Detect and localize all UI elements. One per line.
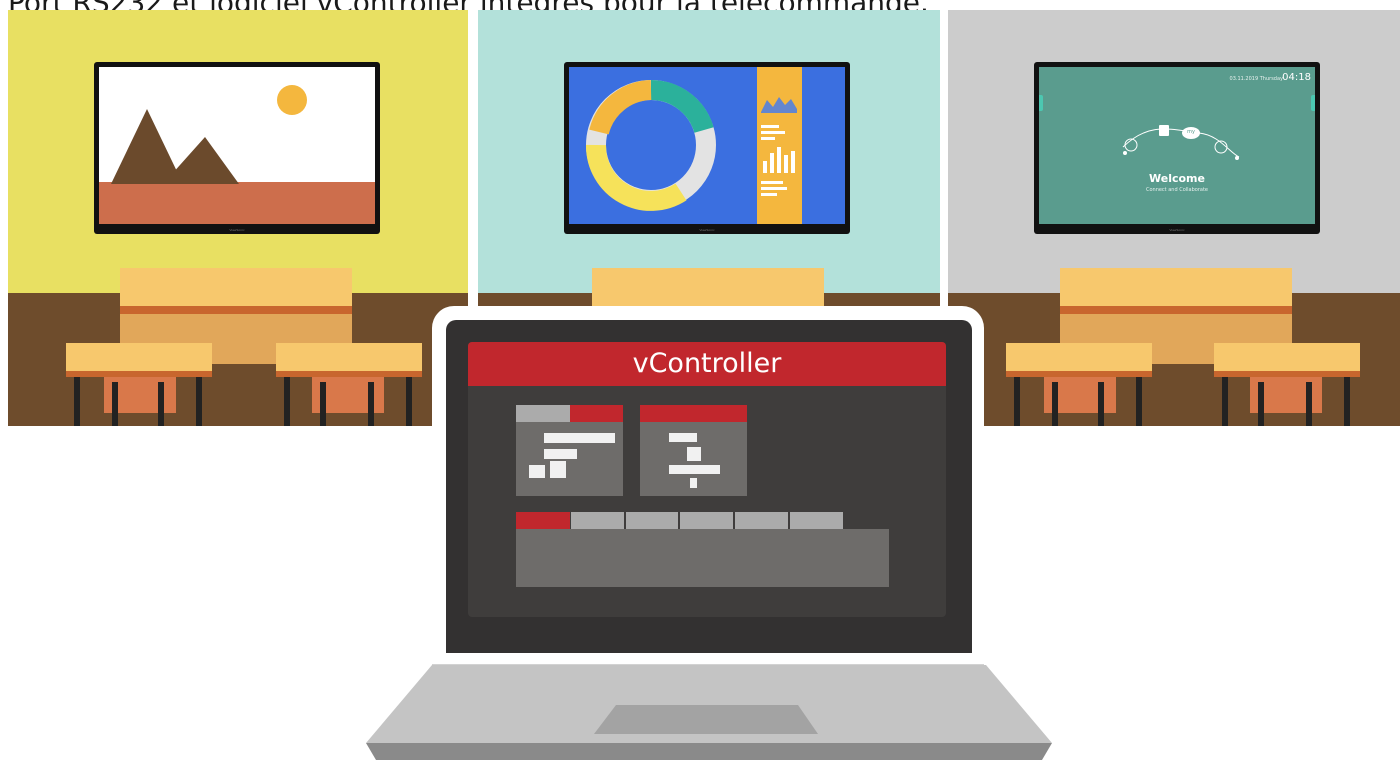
panel-toggle-button[interactable] (550, 461, 566, 478)
panel-text-line (544, 449, 577, 459)
tab[interactable] (626, 512, 678, 529)
desk-leg (284, 377, 290, 426)
desk-leg (1098, 382, 1104, 426)
chart-screen (569, 67, 845, 224)
desk-leg (74, 377, 80, 426)
student-desk (276, 343, 422, 371)
panel-tab-inactive[interactable] (516, 405, 570, 422)
welcome-screen: 03.11.2019 Thursday 04:18 my Welcome Con… (1039, 67, 1315, 224)
tv-brand-label: ViewSonic (1169, 228, 1185, 232)
device-panel-right[interactable] (640, 405, 747, 496)
desk-leg (368, 382, 374, 426)
panel-text-line (669, 465, 720, 474)
desk-leg (112, 382, 118, 426)
desk-band (120, 306, 352, 314)
teacher-desk (120, 268, 352, 306)
panel-text-line (669, 433, 697, 442)
desk-leg (1222, 377, 1228, 426)
student-desk (1006, 343, 1152, 371)
hub-badge: my (1187, 129, 1195, 135)
welcome-subtitle: Connect and Collaborate (1145, 187, 1209, 193)
teacher-desk (1060, 268, 1292, 306)
app-network-icon (1122, 125, 1240, 160)
panel-toggle-button[interactable] (687, 447, 701, 461)
tab[interactable] (571, 512, 624, 529)
desk-leg (1136, 377, 1142, 426)
vcontroller-title-bar: vController (468, 342, 946, 386)
panel-header (640, 405, 747, 422)
tab[interactable] (680, 512, 733, 529)
panel-tab-active[interactable] (570, 405, 623, 422)
desk-leg (1258, 382, 1264, 426)
desk-leg (406, 377, 412, 426)
desk-band (1060, 306, 1292, 314)
display-panel: ViewSonic (94, 62, 380, 234)
landscape-screen (99, 67, 375, 224)
tv-brand-label: ViewSonic (699, 228, 715, 232)
welcome-title: Welcome (1149, 172, 1205, 185)
panel-toggle-button[interactable] (529, 465, 545, 478)
student-desk (66, 343, 212, 371)
desk-leg (1306, 382, 1312, 426)
tab[interactable] (735, 512, 788, 529)
panel-toggle-button[interactable] (690, 478, 697, 488)
vcontroller-window: vController (468, 342, 946, 617)
desk-leg (158, 382, 164, 426)
desk-leg (320, 382, 326, 426)
desk-leg (1344, 377, 1350, 426)
tab-active[interactable] (516, 512, 570, 529)
desk-leg (196, 377, 202, 426)
landscape-image-icon (99, 85, 375, 224)
teacher-desk (592, 268, 824, 306)
display-panel: 03.11.2019 Thursday 04:18 my Welcome Con… (1034, 62, 1320, 234)
donut-chart-icon (585, 67, 802, 224)
desk-leg (1052, 382, 1058, 426)
tv-brand-label: ViewSonic (229, 228, 245, 232)
device-panel-left[interactable] (516, 405, 623, 496)
tab[interactable] (790, 512, 843, 529)
classroom-right: 03.11.2019 Thursday 04:18 my Welcome Con… (948, 10, 1400, 426)
display-panel: ViewSonic (564, 62, 850, 234)
laptop-keyboard-deck (366, 665, 1052, 760)
tab-content-area (516, 529, 889, 587)
panel-text-line (544, 433, 615, 443)
classroom-left: ViewSonic (8, 10, 468, 426)
student-desk (1214, 343, 1360, 371)
desk-leg (1014, 377, 1020, 426)
